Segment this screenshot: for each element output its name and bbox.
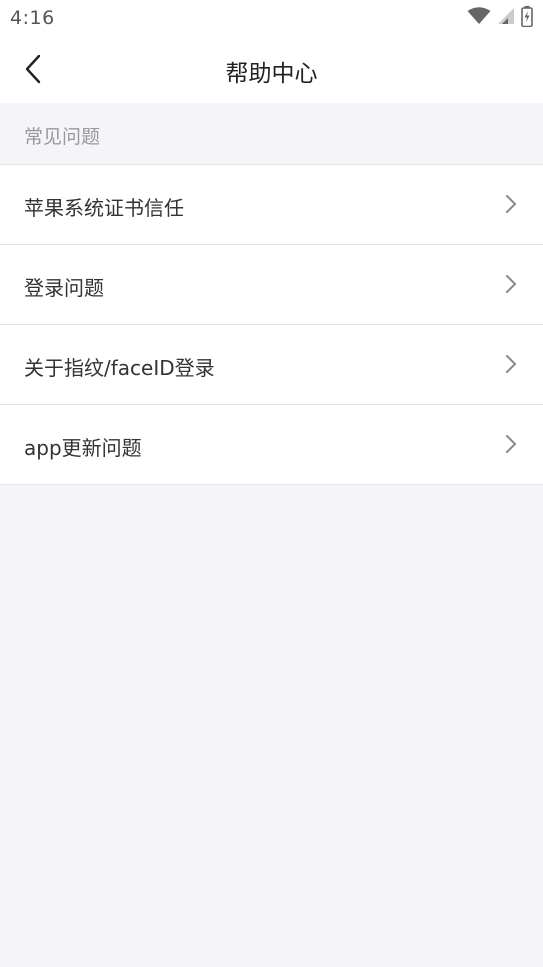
faq-list: 苹果系统证书信任 登录问题 关于指纹/faceID登录 app更新问题 <box>0 164 543 485</box>
faq-item-label: app更新问题 <box>24 436 142 460</box>
faq-item-label: 登录问题 <box>24 276 104 300</box>
faq-item-login-issues[interactable]: 登录问题 <box>0 245 543 325</box>
page-title: 帮助中心 <box>225 61 318 87</box>
wifi-icon <box>467 7 491 29</box>
nav-bar: 帮助中心 <box>0 38 543 103</box>
status-time: 4:16 <box>10 7 55 29</box>
section-title: 常见问题 <box>24 126 101 148</box>
faq-item-label: 关于指纹/faceID登录 <box>24 356 215 380</box>
status-icons <box>467 5 533 31</box>
section-header: 常见问题 <box>0 103 543 164</box>
faq-item-app-update[interactable]: app更新问题 <box>0 405 543 485</box>
chevron-right-icon <box>505 354 517 374</box>
chevron-right-icon <box>505 194 517 214</box>
battery-charging-icon <box>521 5 533 31</box>
signal-icon <box>497 7 515 29</box>
chevron-right-icon <box>505 434 517 454</box>
status-bar: 4:16 <box>0 0 543 38</box>
faq-item-fingerprint-faceid-login[interactable]: 关于指纹/faceID登录 <box>0 325 543 405</box>
faq-item-label: 苹果系统证书信任 <box>24 196 184 220</box>
faq-item-certificate-trust[interactable]: 苹果系统证书信任 <box>0 165 543 245</box>
chevron-right-icon <box>505 274 517 294</box>
